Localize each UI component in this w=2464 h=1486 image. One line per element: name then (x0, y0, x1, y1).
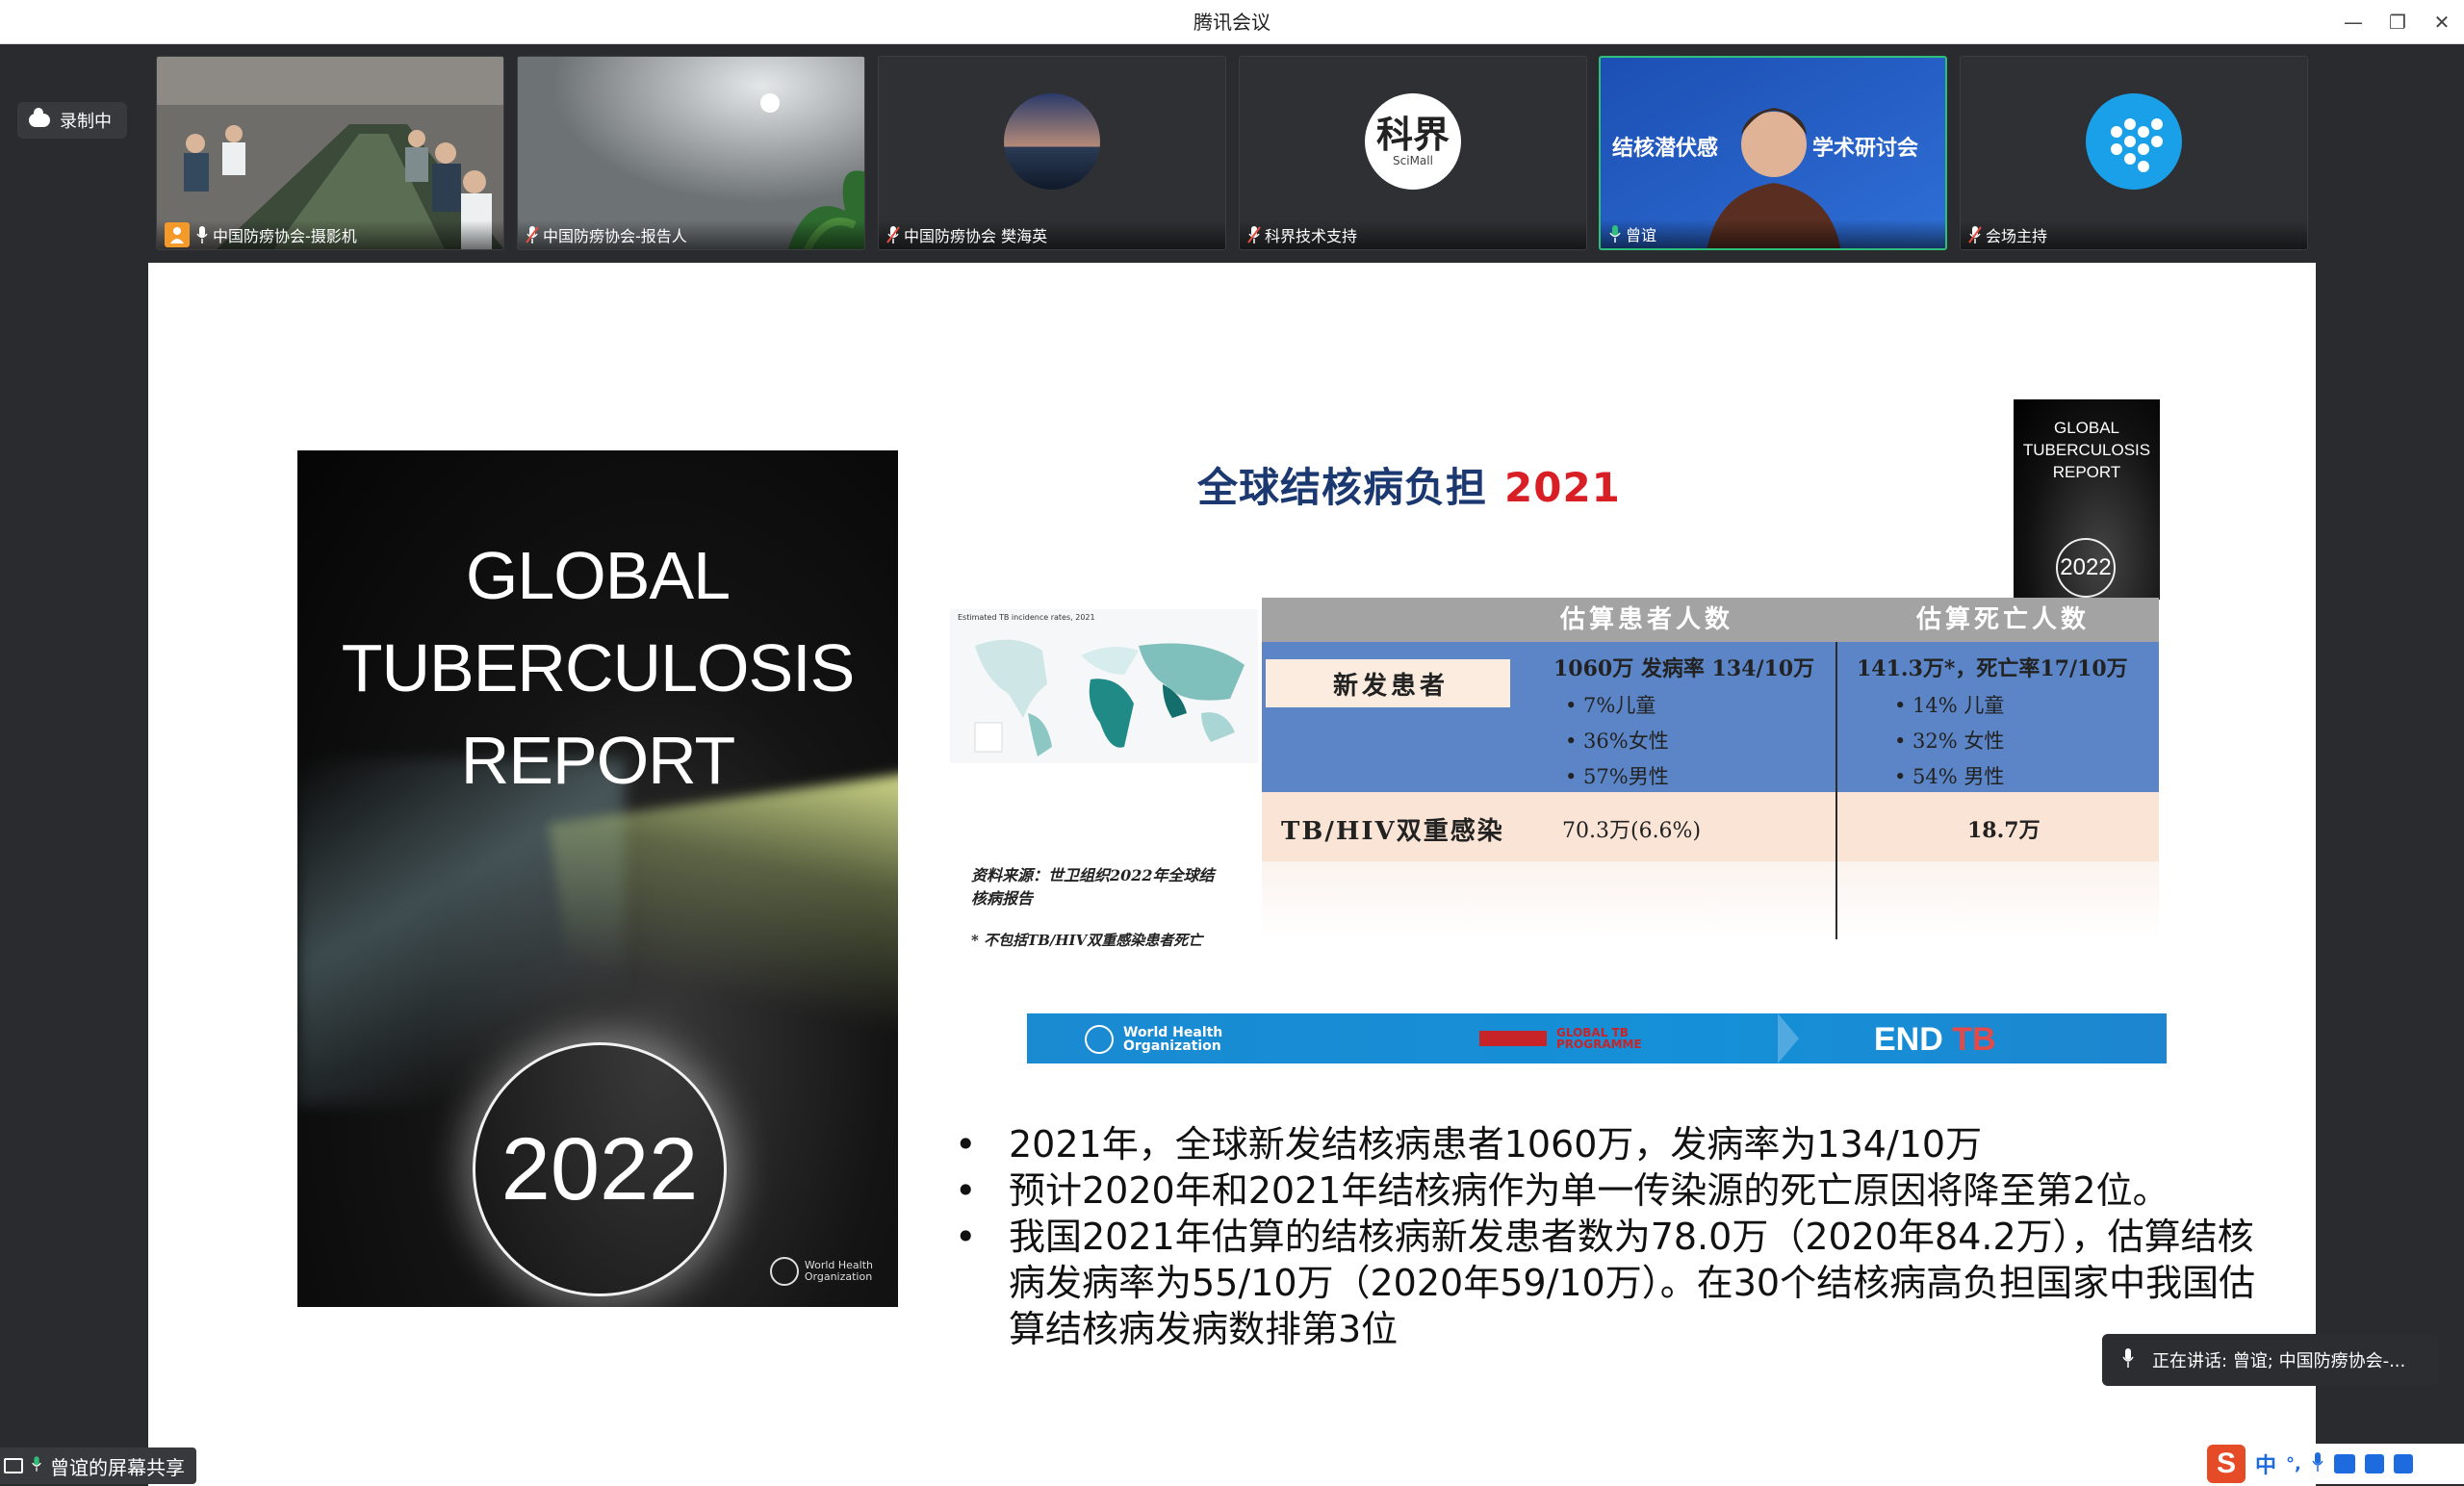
screen-share-indicator[interactable]: 曾谊的屏幕共享 (0, 1448, 196, 1484)
slide-bullets: 2021年，全球新发结核病患者1060万，发病率为134/10万 预计2020年… (955, 1121, 2283, 1352)
participant-namebar: 中国防痨协会-摄影机 (157, 220, 503, 249)
who-emblem-icon (769, 1257, 799, 1286)
minimize-button[interactable]: — (2331, 0, 2375, 44)
new-deaths-item: • 32% 女性 (1894, 730, 2005, 753)
bullet-item: 我国2021年估算的结核病新发患者数为78.0万（2020年84.2万），估算结… (955, 1214, 2283, 1352)
bullet-item: 预计2020年和2021年结核病作为单一传染源的死亡原因将降至第2位。 (955, 1167, 2283, 1214)
restore-icon: ❐ (2389, 11, 2406, 34)
mic-muted-icon (1247, 225, 1261, 244)
title-bar: 腾讯会议 — ❐ ✕ (0, 0, 2464, 44)
scimall-logo: 科界 SciMall (1365, 93, 1461, 190)
meeting-window: 腾讯会议 — ❐ ✕ 录制中 中国防痨协会-摄影机 中国防痨协会-报告人 中国防… (0, 0, 2464, 1486)
participant-tile-fan[interactable]: 中国防痨协会 樊海英 (878, 56, 1226, 250)
who-logo: World Health Organization (1085, 1025, 1222, 1054)
sogou-logo-icon[interactable]: S (2207, 1445, 2246, 1483)
global-tb-programme-logo: GLOBAL TB PROGRAMME (1479, 1027, 1642, 1050)
world-map (974, 639, 1245, 756)
close-button[interactable]: ✕ (2420, 0, 2464, 44)
ime-toolbox-icon[interactable] (2393, 1454, 2413, 1473)
hiv-patients: 70.3万(6.6%) (1562, 819, 1702, 843)
participant-name: 中国防痨协会-摄影机 (213, 227, 357, 245)
cover-year: 2022 (473, 1042, 727, 1296)
who-emblem-icon (1085, 1025, 1114, 1054)
new-patients-main: 1060万 发病率 134/10万 (1553, 656, 1815, 681)
banner-text-right: 学术研讨会 (1812, 137, 1919, 161)
exclusion-note: * 不包括TB/HIV双重感染患者死亡 (971, 932, 1203, 949)
screen-share-label: 曾谊的屏幕共享 (50, 1455, 185, 1479)
participant-tile-zengyi[interactable]: 结核潜伏感 学术研讨会 曾谊 (1599, 56, 1947, 250)
recording-indicator[interactable]: 录制中 (17, 102, 127, 139)
ime-toolbar[interactable]: S 中 °, (2199, 1444, 2464, 1484)
row-label-new: 新发患者 (1266, 659, 1510, 707)
source-note: 资料来源：世卫组织2022年全球结 核病报告 (971, 866, 1215, 908)
mini-report-cover: GLOBAL TUBERCULOSIS REPORT 2022 (2014, 399, 2160, 600)
participant-tile-host[interactable]: 会场主持 (1960, 56, 2308, 250)
col-patients: 估算患者人数 (1560, 605, 1734, 634)
new-patients-item: • 57%男性 (1565, 765, 1669, 788)
chevron-right-icon (1778, 1013, 1799, 1063)
recording-label: 录制中 (60, 112, 112, 132)
new-deaths-item: • 14% 儿童 (1894, 694, 2005, 717)
participant-name: 中国防痨协会 樊海英 (904, 227, 1048, 245)
end-tb-logo: END TB (1874, 1021, 1996, 1058)
speaking-indicator: 正在讲话: 曾谊; 中国防痨协会-... (2102, 1334, 2439, 1386)
ime-punct-toggle[interactable]: °, (2286, 1454, 2301, 1474)
participant-name: 曾谊 (1626, 226, 1657, 244)
participant-namebar: 科界技术支持 (1240, 220, 1586, 249)
new-deaths-item: • 54% 男性 (1894, 765, 2005, 788)
mic-muted-icon (526, 225, 539, 244)
close-icon: ✕ (2433, 11, 2451, 34)
report-cover: GLOBAL TUBERCULOSIS REPORT 2022 World He… (297, 450, 898, 1307)
mic-muted-icon (886, 225, 900, 244)
mic-muted-icon (1968, 225, 1982, 244)
hiv-deaths: 18.7万 (1967, 818, 2040, 843)
mic-icon (2121, 1347, 2135, 1373)
minimize-icon: — (2344, 11, 2363, 34)
participant-tile-camera[interactable]: 中国防痨协会-摄影机 (156, 56, 504, 250)
bullet-item: 2021年，全球新发结核病患者1060万，发病率为134/10万 (955, 1121, 2283, 1167)
participant-tile-support[interactable]: 科界 SciMall 科界技术支持 (1239, 56, 1587, 250)
cover-title: GLOBAL TUBERCULOSIS REPORT (341, 538, 856, 798)
row-label-hiv: TB/HIV双重感染 (1281, 817, 1504, 846)
person-icon (165, 222, 190, 247)
table-header: 估算患者人数 估算死亡人数 (1262, 598, 2159, 642)
mic-speaking-icon (1608, 224, 1621, 243)
participant-tile-speaker[interactable]: 中国防痨协会-报告人 (517, 56, 865, 250)
mic-speaking-icon (31, 1454, 42, 1478)
avatar (2086, 93, 2182, 190)
cloud-icon (29, 108, 50, 127)
col-deaths: 估算死亡人数 (1916, 605, 2091, 634)
window-title: 腾讯会议 (1194, 11, 1270, 34)
who-logo: World Health Organization (769, 1257, 873, 1286)
participant-namebar: 曾谊 (1601, 219, 1945, 248)
participant-name: 科界技术支持 (1265, 227, 1358, 245)
new-patients-item: • 7%儿童 (1565, 694, 1656, 717)
new-deaths-main: 141.3万*，死亡率17/10万 (1857, 656, 2128, 681)
avatar (1004, 93, 1100, 190)
tb-incidence-map: Estimated TB incidence rates, 2021 (950, 609, 1258, 763)
participant-namebar: 中国防痨协会-报告人 (518, 220, 864, 249)
banner-text-left: 结核潜伏感 (1612, 137, 1719, 161)
restore-button[interactable]: ❐ (2375, 0, 2420, 44)
ime-keyboard-icon[interactable] (2333, 1454, 2355, 1473)
speaking-text: 正在讲话: 曾谊; 中国防痨协会-... (2152, 1351, 2406, 1371)
ime-skin-icon[interactable] (2364, 1454, 2384, 1473)
new-patients-item: • 36%女性 (1565, 730, 1669, 753)
screen-icon (4, 1458, 23, 1473)
participant-namebar: 中国防痨协会 樊海英 (879, 220, 1225, 249)
slide-heading: 全球结核病负担 2021 (1197, 464, 1621, 511)
shared-slide: GLOBAL TUBERCULOSIS REPORT 2022 World He… (148, 263, 2316, 1486)
mic-on-icon (195, 225, 208, 244)
participant-namebar: 会场主持 (1961, 220, 2307, 249)
ime-voice-icon[interactable] (2311, 1451, 2324, 1476)
end-tb-banner: World Health Organization GLOBAL TB PROGRA… (1027, 1013, 2167, 1063)
participant-name: 中国防痨协会-报告人 (543, 227, 687, 245)
tb-burden-table: 估算患者人数 估算死亡人数 新发患者 1060万 发病率 134/10万 • 7… (1262, 598, 2159, 939)
participant-name: 会场主持 (1986, 227, 2048, 245)
ime-mode-toggle[interactable]: 中 (2255, 1448, 2276, 1479)
